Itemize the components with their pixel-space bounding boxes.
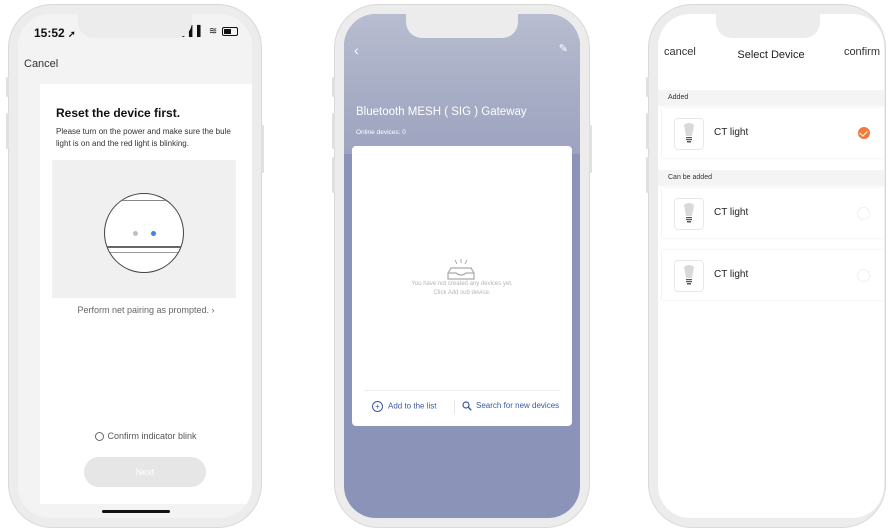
bulb-icon xyxy=(674,198,704,230)
bulb-icon xyxy=(674,118,704,150)
confirm-indicator-radio[interactable]: Confirm indicator blink xyxy=(40,431,252,442)
reset-screen: 15:52 ➚ ▌▌▌ ≋ Cancel Reset the device fi… xyxy=(18,14,252,518)
gateway-screen: ‹ ✎ Bluetooth MESH ( SIG ) Gateway Onlin… xyxy=(344,14,580,518)
device-list-card: You have not created any devices yet. Cl… xyxy=(352,146,572,426)
device-icon xyxy=(104,193,184,273)
unchecked-icon[interactable] xyxy=(857,207,870,220)
pairing-prompt-link[interactable]: Perform net pairing as prompted. › xyxy=(40,305,252,315)
search-icon xyxy=(462,401,472,411)
back-chevron-icon[interactable]: ‹ xyxy=(354,42,359,58)
next-button[interactable]: Next xyxy=(84,457,206,487)
device-row[interactable]: CT light xyxy=(662,250,884,300)
device-name: CT light xyxy=(714,207,749,218)
gateway-title: Bluetooth MESH ( SIG ) Gateway xyxy=(356,106,527,118)
red-light-indicator xyxy=(133,231,138,236)
device-name: CT light xyxy=(714,127,749,138)
unchecked-icon[interactable] xyxy=(857,269,870,282)
section-added: Added xyxy=(658,90,884,106)
reset-card: Reset the device first. Please turn on t… xyxy=(40,84,252,504)
phone-frame-select: cancel Select Device confirm Added CT li… xyxy=(646,4,886,528)
empty-box-icon xyxy=(447,259,475,280)
reset-title: Reset the device first. xyxy=(56,106,181,120)
blue-light-indicator xyxy=(151,231,156,236)
edit-icon[interactable]: ✎ xyxy=(559,42,568,55)
device-row[interactable]: CT light xyxy=(662,188,884,238)
search-new-devices-button[interactable]: Search for new devices xyxy=(462,401,559,411)
cancel-button[interactable]: Cancel xyxy=(24,58,58,70)
add-to-list-button[interactable]: + Add to the list xyxy=(372,401,436,412)
phone-frame-reset: 15:52 ➚ ▌▌▌ ≋ Cancel Reset the device fi… xyxy=(6,4,264,528)
online-devices-count: Online devices: 0 xyxy=(356,129,406,136)
device-illustration xyxy=(52,160,236,298)
empty-state-text: You have not created any devices yet. Cl… xyxy=(411,281,513,296)
select-device-screen: cancel Select Device confirm Added CT li… xyxy=(658,14,884,518)
confirm-button[interactable]: confirm xyxy=(844,46,880,58)
status-time: 15:52 ➚ xyxy=(34,26,76,40)
phone-frame-gateway: ‹ ✎ Bluetooth MESH ( SIG ) Gateway Onlin… xyxy=(332,4,592,528)
device-name: CT light xyxy=(714,269,749,280)
add-circle-icon: + xyxy=(372,401,383,412)
section-can-be-added: Can be added xyxy=(658,170,884,186)
radio-icon xyxy=(95,432,105,442)
battery-icon xyxy=(222,26,238,36)
device-row[interactable]: CT light xyxy=(662,108,884,158)
home-indicator[interactable] xyxy=(102,510,170,513)
checked-icon[interactable] xyxy=(858,127,870,139)
reset-description: Please turn on the power and make sure t… xyxy=(56,127,231,148)
bulb-icon xyxy=(674,260,704,292)
